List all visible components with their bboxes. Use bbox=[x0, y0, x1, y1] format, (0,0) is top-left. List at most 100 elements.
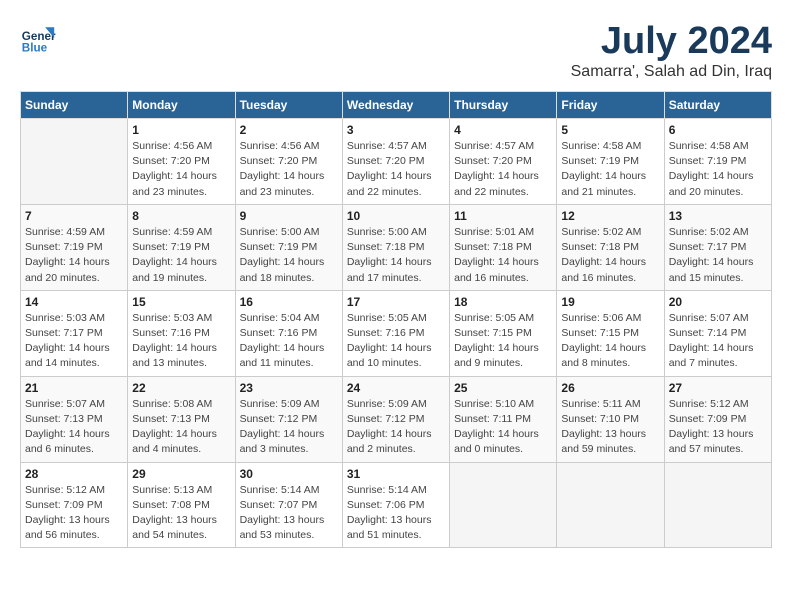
calendar-cell: 10 Sunrise: 5:00 AM Sunset: 7:18 PM Dayli… bbox=[342, 204, 449, 290]
day-info: Sunrise: 5:07 AM Sunset: 7:13 PM Dayligh… bbox=[25, 397, 123, 458]
calendar-cell: 17Sunrise: 5:05 AM Sunset: 7:16 PM Dayli… bbox=[342, 290, 449, 376]
calendar-cell bbox=[21, 119, 128, 205]
day-info: Sunrise: 4:56 AM Sunset: 7:20 PM Dayligh… bbox=[240, 139, 338, 200]
day-number: 26 bbox=[561, 381, 659, 395]
day-number: 22 bbox=[132, 381, 230, 395]
day-info: Sunrise: 4:57 AM Sunset: 7:20 PM Dayligh… bbox=[454, 139, 552, 200]
day-info: Sunrise: 5:04 AM Sunset: 7:16 PM Dayligh… bbox=[240, 311, 338, 372]
subtitle: Samarra', Salah ad Din, Iraq bbox=[571, 63, 772, 81]
calendar-cell: 25Sunrise: 5:10 AM Sunset: 7:11 PM Dayli… bbox=[450, 376, 557, 462]
day-header-wednesday: Wednesday bbox=[342, 92, 449, 119]
calendar-cell: 26 Sunrise: 5:11 AM Sunset: 7:10 PM Dayli… bbox=[557, 376, 664, 462]
calendar-cell: 6 Sunrise: 4:58 AM Sunset: 7:19 PM Daylig… bbox=[664, 119, 771, 205]
calendar-cell: 7 Sunrise: 4:59 AM Sunset: 7:19 PM Daylig… bbox=[21, 204, 128, 290]
day-header-thursday: Thursday bbox=[450, 92, 557, 119]
title-area: July 2024 Samarra', Salah ad Din, Iraq bbox=[571, 20, 772, 81]
day-number: 8 bbox=[132, 209, 230, 223]
day-info: Sunrise: 5:01 AM Sunset: 7:18 PM Dayligh… bbox=[454, 225, 552, 286]
day-info: Sunrise: 5:14 AM Sunset: 7:07 PM Dayligh… bbox=[240, 483, 338, 544]
day-info: Sunrise: 5:09 AM Sunset: 7:12 PM Dayligh… bbox=[240, 397, 338, 458]
day-number: 17 bbox=[347, 295, 445, 309]
calendar-cell: 27Sunrise: 5:12 AM Sunset: 7:09 PM Dayli… bbox=[664, 376, 771, 462]
day-header-friday: Friday bbox=[557, 92, 664, 119]
day-info: Sunrise: 5:07 AM Sunset: 7:14 PM Dayligh… bbox=[669, 311, 767, 372]
calendar-cell: 13 Sunrise: 5:02 AM Sunset: 7:17 PM Dayli… bbox=[664, 204, 771, 290]
day-info: Sunrise: 4:58 AM Sunset: 7:19 PM Dayligh… bbox=[669, 139, 767, 200]
logo: General Blue bbox=[20, 20, 56, 56]
day-info: Sunrise: 5:12 AM Sunset: 7:09 PM Dayligh… bbox=[25, 483, 123, 544]
day-info: Sunrise: 4:58 AM Sunset: 7:19 PM Dayligh… bbox=[561, 139, 659, 200]
day-number: 28 bbox=[25, 467, 123, 481]
day-number: 18 bbox=[454, 295, 552, 309]
day-number: 29 bbox=[132, 467, 230, 481]
day-number: 2 bbox=[240, 123, 338, 137]
calendar-cell: 29 Sunrise: 5:13 AM Sunset: 7:08 PM Dayli… bbox=[128, 462, 235, 548]
day-info: Sunrise: 5:11 AM Sunset: 7:10 PM Dayligh… bbox=[561, 397, 659, 458]
day-number: 11 bbox=[454, 209, 552, 223]
day-number: 13 bbox=[669, 209, 767, 223]
calendar-header-row: SundayMondayTuesdayWednesdayThursdayFrid… bbox=[21, 92, 772, 119]
calendar-cell: 30 Sunrise: 5:14 AM Sunset: 7:07 PM Dayli… bbox=[235, 462, 342, 548]
day-info: Sunrise: 5:02 AM Sunset: 7:18 PM Dayligh… bbox=[561, 225, 659, 286]
day-info: Sunrise: 5:03 AM Sunset: 7:16 PM Dayligh… bbox=[132, 311, 230, 372]
calendar-cell: 5Sunrise: 4:58 AM Sunset: 7:19 PM Daylig… bbox=[557, 119, 664, 205]
calendar-cell: 18 Sunrise: 5:05 AM Sunset: 7:15 PM Dayli… bbox=[450, 290, 557, 376]
calendar-cell: 16 Sunrise: 5:04 AM Sunset: 7:16 PM Dayli… bbox=[235, 290, 342, 376]
day-info: Sunrise: 5:06 AM Sunset: 7:15 PM Dayligh… bbox=[561, 311, 659, 372]
day-number: 7 bbox=[25, 209, 123, 223]
day-number: 9 bbox=[240, 209, 338, 223]
calendar-cell: 24 Sunrise: 5:09 AM Sunset: 7:12 PM Dayli… bbox=[342, 376, 449, 462]
day-number: 4 bbox=[454, 123, 552, 137]
day-number: 25 bbox=[454, 381, 552, 395]
day-header-tuesday: Tuesday bbox=[235, 92, 342, 119]
day-info: Sunrise: 5:00 AM Sunset: 7:18 PM Dayligh… bbox=[347, 225, 445, 286]
calendar-week-row: 14Sunrise: 5:03 AM Sunset: 7:17 PM Dayli… bbox=[21, 290, 772, 376]
calendar-week-row: 1 Sunrise: 4:56 AM Sunset: 7:20 PM Daylig… bbox=[21, 119, 772, 205]
day-number: 24 bbox=[347, 381, 445, 395]
calendar-week-row: 7 Sunrise: 4:59 AM Sunset: 7:19 PM Daylig… bbox=[21, 204, 772, 290]
day-number: 16 bbox=[240, 295, 338, 309]
day-info: Sunrise: 4:56 AM Sunset: 7:20 PM Dayligh… bbox=[132, 139, 230, 200]
day-number: 10 bbox=[347, 209, 445, 223]
calendar-cell: 11 Sunrise: 5:01 AM Sunset: 7:18 PM Dayli… bbox=[450, 204, 557, 290]
day-number: 31 bbox=[347, 467, 445, 481]
day-info: Sunrise: 5:00 AM Sunset: 7:19 PM Dayligh… bbox=[240, 225, 338, 286]
main-title: July 2024 bbox=[571, 20, 772, 63]
calendar-cell: 23Sunrise: 5:09 AM Sunset: 7:12 PM Dayli… bbox=[235, 376, 342, 462]
calendar-cell: 31Sunrise: 5:14 AM Sunset: 7:06 PM Dayli… bbox=[342, 462, 449, 548]
day-info: Sunrise: 5:13 AM Sunset: 7:08 PM Dayligh… bbox=[132, 483, 230, 544]
calendar-cell: 1 Sunrise: 4:56 AM Sunset: 7:20 PM Daylig… bbox=[128, 119, 235, 205]
calendar-cell: 8 Sunrise: 4:59 AM Sunset: 7:19 PM Daylig… bbox=[128, 204, 235, 290]
calendar-cell: 22 Sunrise: 5:08 AM Sunset: 7:13 PM Dayli… bbox=[128, 376, 235, 462]
day-number: 30 bbox=[240, 467, 338, 481]
day-info: Sunrise: 5:12 AM Sunset: 7:09 PM Dayligh… bbox=[669, 397, 767, 458]
calendar-cell: 9 Sunrise: 5:00 AM Sunset: 7:19 PM Daylig… bbox=[235, 204, 342, 290]
day-info: Sunrise: 5:02 AM Sunset: 7:17 PM Dayligh… bbox=[669, 225, 767, 286]
svg-text:Blue: Blue bbox=[22, 42, 48, 55]
day-info: Sunrise: 5:05 AM Sunset: 7:15 PM Dayligh… bbox=[454, 311, 552, 372]
calendar-cell: 28 Sunrise: 5:12 AM Sunset: 7:09 PM Dayli… bbox=[21, 462, 128, 548]
calendar-cell: 15 Sunrise: 5:03 AM Sunset: 7:16 PM Dayli… bbox=[128, 290, 235, 376]
calendar-cell: 4 Sunrise: 4:57 AM Sunset: 7:20 PM Daylig… bbox=[450, 119, 557, 205]
day-number: 3 bbox=[347, 123, 445, 137]
calendar-cell: 3 Sunrise: 4:57 AM Sunset: 7:20 PM Daylig… bbox=[342, 119, 449, 205]
page-header: General Blue July 2024 Samarra', Salah a… bbox=[20, 20, 772, 81]
day-info: Sunrise: 4:59 AM Sunset: 7:19 PM Dayligh… bbox=[25, 225, 123, 286]
calendar-cell: 12Sunrise: 5:02 AM Sunset: 7:18 PM Dayli… bbox=[557, 204, 664, 290]
calendar-cell: 19 Sunrise: 5:06 AM Sunset: 7:15 PM Dayli… bbox=[557, 290, 664, 376]
calendar-cell: 2 Sunrise: 4:56 AM Sunset: 7:20 PM Daylig… bbox=[235, 119, 342, 205]
day-header-sunday: Sunday bbox=[21, 92, 128, 119]
day-number: 14 bbox=[25, 295, 123, 309]
day-number: 15 bbox=[132, 295, 230, 309]
day-number: 6 bbox=[669, 123, 767, 137]
day-info: Sunrise: 4:59 AM Sunset: 7:19 PM Dayligh… bbox=[132, 225, 230, 286]
day-number: 19 bbox=[561, 295, 659, 309]
calendar-cell bbox=[557, 462, 664, 548]
day-info: Sunrise: 4:57 AM Sunset: 7:20 PM Dayligh… bbox=[347, 139, 445, 200]
calendar-week-row: 21Sunrise: 5:07 AM Sunset: 7:13 PM Dayli… bbox=[21, 376, 772, 462]
logo-icon: General Blue bbox=[20, 20, 56, 56]
day-info: Sunrise: 5:09 AM Sunset: 7:12 PM Dayligh… bbox=[347, 397, 445, 458]
day-info: Sunrise: 5:08 AM Sunset: 7:13 PM Dayligh… bbox=[132, 397, 230, 458]
calendar-cell bbox=[450, 462, 557, 548]
day-number: 1 bbox=[132, 123, 230, 137]
